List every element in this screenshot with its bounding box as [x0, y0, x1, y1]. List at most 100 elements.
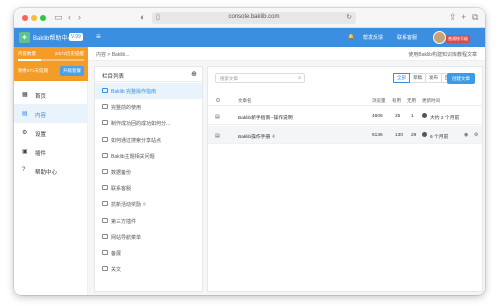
filter-tab[interactable]: 发布 — [425, 73, 442, 83]
preview-icon[interactable]: ◉ — [464, 132, 468, 138]
select-all-checkbox[interactable] — [216, 98, 220, 102]
address-bar[interactable]: ▯ console.baklib.com ↻ — [152, 12, 356, 24]
search-icon[interactable]: ⌕ — [298, 75, 301, 81]
list-item[interactable]: Baklib 完整操作指南 — [95, 83, 202, 99]
table-header: 文章名 浏览量 有用 无用 更新时间 — [208, 94, 482, 106]
create-article-button[interactable]: 创建文章 — [447, 73, 475, 84]
browser-toolbar: ▭ ‹ › ◐ ▯ console.baklib.com ↻ ⇪ + ⧉ — [14, 8, 485, 28]
filter-tab[interactable]: 草稿 — [409, 73, 426, 83]
help-icon: ? — [22, 167, 26, 173]
usage-reminder: 2/672历史提醒 — [54, 51, 84, 56]
folder-icon — [102, 136, 108, 142]
sidebar-item-gear[interactable]: ⚙ 设置 — [14, 123, 88, 142]
breadcrumb[interactable]: 内容 > Baklib... — [96, 51, 129, 58]
article-title[interactable]: Baklib操作手册 ✌ — [238, 133, 276, 140]
folder-label: 完整前的使用 — [111, 105, 142, 112]
document-icon: ▤ — [22, 111, 28, 117]
list-item[interactable]: 制作成功回的成功如何分... — [95, 115, 202, 131]
tabs-overview-icon[interactable]: ⧉ — [472, 12, 478, 23]
list-item[interactable]: Baklib主题相关问题 — [95, 148, 202, 164]
forward-icon[interactable]: › — [78, 12, 81, 23]
list-item[interactable]: 数据备份 — [95, 164, 202, 180]
article-views: 4606 — [372, 114, 383, 119]
folder-label: 制作成功回的成功如何分... — [111, 121, 171, 128]
folder-label: 备展 — [111, 251, 122, 257]
sidebar-nav: ▦ 首页 ▤ 内容 ⚙ 设置 ▣ 插件? 帮助中心 — [14, 85, 88, 180]
column-header-title: 文章名 — [238, 98, 252, 103]
close-window-button[interactable] — [22, 15, 28, 21]
list-item[interactable]: 如何通过搜索分享站点 — [95, 132, 202, 148]
share-icon[interactable]: ⇪ — [449, 12, 457, 23]
folder-label: 抗新活动奖励 ✌ — [111, 202, 147, 209]
article-panel: 搜索文章 ⌕ 全部草稿发布回收站 创建文章 文章名 浏览量 有用 无用 更新时间… — [207, 66, 483, 292]
folder-label: 数据备份 — [111, 170, 132, 176]
list-item[interactable]: 网站导航菜单 — [95, 229, 202, 245]
list-item[interactable]: 联系客服 — [95, 180, 202, 196]
sidebar-toggle-icon[interactable]: ▭ — [54, 12, 63, 23]
folder-icon — [102, 169, 108, 174]
folder-icon — [102, 250, 108, 255]
filter-tab[interactable]: 全部 — [393, 73, 410, 83]
folder-icon — [102, 152, 108, 158]
menu-icon[interactable]: ≡ — [96, 32, 101, 41]
article-useful: 25 — [395, 114, 401, 119]
topbar-link-feedback[interactable]: 帮发反馈 — [363, 34, 383, 41]
column-header-views[interactable]: 浏览量 — [372, 98, 386, 104]
avatar[interactable] — [433, 31, 446, 44]
article-useless: 1 — [411, 114, 414, 119]
reload-icon[interactable]: ↻ — [346, 13, 352, 21]
brand-name: Baklib帮助中心 — [33, 36, 74, 42]
article-views: 6136 — [372, 133, 383, 138]
sidebar-item-label: 插件 — [35, 151, 47, 157]
bell-icon[interactable]: 🔔 — [348, 34, 354, 40]
search-input[interactable]: 搜索文章 ⌕ — [215, 73, 305, 83]
table-row[interactable]: ▤ Baklib操作手册 ✌ 6136 130 29 6 个月前 ◉ ⚙ — [208, 126, 482, 144]
folder-icon — [102, 201, 108, 207]
maximize-window-button[interactable] — [40, 15, 46, 21]
topbar-link-support[interactable]: 联系客服 — [397, 34, 417, 41]
sidebar-item-document[interactable]: ▤ 内容 — [14, 104, 88, 123]
sidebar-item-grid[interactable]: ▦ 首页 — [14, 85, 88, 104]
column-header-updated[interactable]: 更新时间 — [422, 98, 440, 104]
back-icon[interactable]: ‹ — [68, 12, 71, 23]
minimize-window-button[interactable] — [31, 15, 37, 21]
status-indicator — [422, 113, 427, 118]
baklib-logo: ✦ — [19, 32, 30, 43]
document-icon: ▤ — [215, 114, 220, 120]
table-row[interactable]: ▤ Baklib新手指南--操作说明 4606 25 1 大约 2 个月前 — [208, 107, 482, 125]
usage-label: 内容数量 — [18, 51, 36, 56]
privacy-icon[interactable]: ◐ — [140, 12, 145, 23]
brand-header: ✦ Baklib帮助中心 V.99 — [14, 28, 88, 47]
list-item[interactable]: 抗新活动奖励 ✌ — [95, 196, 202, 212]
column-header-useless[interactable]: 无用 — [407, 98, 416, 104]
help-tutorial-link[interactable]: 使用Baklib构建知识库教程文章 — [408, 51, 477, 58]
new-tab-icon[interactable]: + — [461, 12, 466, 23]
folder-label: 如何通过搜索分享站点 — [111, 137, 162, 144]
list-item[interactable]: 完整前的使用 — [95, 99, 202, 115]
settings-icon[interactable]: ⚙ — [474, 132, 478, 138]
list-item[interactable]: 第三方插件 — [95, 213, 202, 229]
plan-usage-card: 内容数量 2/672历史提醒 剩余271天延期 升级套餐 — [14, 47, 88, 81]
folder-icon — [102, 266, 108, 272]
sidebar-item-label: 设置 — [35, 132, 47, 138]
browser-window: ▭ ‹ › ◐ ▯ console.baklib.com ↻ ⇪ + ⧉ ✦ B… — [14, 8, 485, 295]
sidebar-item-help[interactable]: ? 帮助中心 — [14, 161, 88, 180]
gear-icon: ⚙ — [22, 130, 28, 136]
folder-label: 关文 — [111, 267, 122, 274]
folder-icon — [102, 120, 108, 126]
list-item[interactable]: 关文 — [95, 261, 202, 277]
article-title[interactable]: Baklib新手指南--操作说明 — [238, 114, 293, 121]
top-bar: ≡ 🔔 帮发反馈 联系客服 普通账号级 — [88, 28, 485, 47]
plugin-icon: ▣ — [22, 149, 28, 155]
sidebar-item-label: 内容 — [35, 113, 47, 119]
status-indicator — [422, 132, 427, 137]
upgrade-plan-button[interactable]: 升级套餐 — [60, 66, 84, 76]
folder-label: Baklib主题相关问题 — [111, 153, 155, 160]
column-header-useful[interactable]: 有用 — [392, 98, 401, 104]
sidebar-item-label: 首页 — [35, 94, 47, 100]
account-level-badge: 普通账号级 — [446, 35, 470, 43]
sidebar-item-plugin[interactable]: ▣ 插件 — [14, 142, 88, 161]
list-item[interactable]: 备展 — [95, 245, 202, 261]
add-column-icon[interactable]: ⊕ — [191, 70, 197, 78]
sidebar-item-label: 帮助中心 — [35, 170, 58, 176]
